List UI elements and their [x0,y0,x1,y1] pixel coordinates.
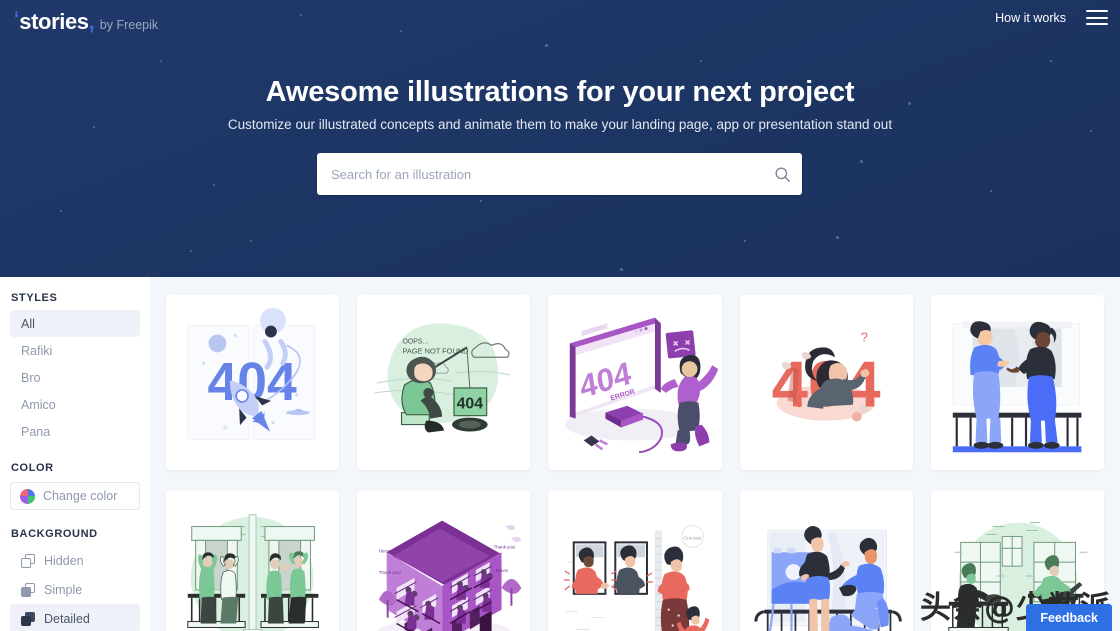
caption-line1: OOPS... [403,338,429,345]
svg-text:?: ? [860,329,867,344]
search-icon[interactable] [762,165,802,184]
illustration-card-balcony-painting-blue[interactable] [739,490,913,631]
illustration-card-building-isometric-purple[interactable]: Heroes! Thank you! Thank you! Bravo! [357,490,531,631]
feedback-button[interactable]: Feedback [1026,604,1112,631]
logo-text: stories [19,9,89,34]
illustration-card-404-space-rocket[interactable]: 404 [166,295,340,470]
simple-label: Simple [44,582,83,597]
svg-text:Thank you!: Thank you! [379,570,401,575]
filters-sidebar: STYLES All Rafiki Bro Amico Pana COLOR C… [0,277,150,631]
sidebar-item-simple[interactable]: Simple [10,575,140,604]
sidebar-item-rafiki[interactable]: Rafiki [10,337,140,364]
illustration-404-space-rocket: 404 [187,307,315,440]
page-subtitle: Customize our illustrated concepts and a… [227,117,893,132]
sidebar-item-pana[interactable]: Pana [10,418,140,445]
top-navigation: ‘stories, by Freepik How it works [0,0,1120,46]
sidebar-item-hidden[interactable]: Hidden [10,546,140,575]
sidebar-item-detailed[interactable]: Detailed [10,604,140,631]
sidebar-item-all[interactable]: All [10,310,140,337]
page-root: ‘stories, by Freepik How it works Awesom… [0,0,1120,631]
detailed-label: Detailed [44,611,90,626]
illustration-card-404-red-confused[interactable]: 404 ? [739,295,913,470]
search-input[interactable] [317,166,762,182]
logo-byline: by Freepik [99,18,159,32]
sign-404: 404 [457,396,484,413]
illustration-card-balconies-applause-green[interactable] [166,490,340,631]
search-bar[interactable] [317,153,802,195]
styles-section-title: STYLES [11,292,58,304]
stacked-squares-half-icon [21,582,35,597]
svg-text:Thank you!: Thank you! [494,544,516,549]
stacked-squares-filled-icon [21,611,35,626]
color-section-title: COLOR [11,462,54,474]
change-color-label: Change color [43,489,118,503]
svg-text:Bravo!: Bravo! [496,568,509,573]
logo-comma-icon: , [88,9,95,34]
color-wheel-icon [20,488,35,504]
svg-text:Heroes!: Heroes! [379,548,395,553]
change-color-button[interactable]: Change color [10,482,140,510]
illustration-balconies-applause-green [187,514,319,631]
illustration-windows-clapping-red: Gracias! [564,525,710,631]
caption-line2: PAGE NOT FOUND [403,346,469,355]
illustration-404-red-confused: 404 ? [771,329,880,422]
illustration-card-balcony-couple[interactable] [930,295,1104,470]
illustration-404-monitor-error: 404 ERROR [565,317,719,454]
page-title: Awesome illustrations for your next proj… [265,76,855,108]
stacked-squares-outline-icon [21,553,35,568]
illustration-balcony-couple [952,321,1082,453]
background-list: Hidden Simple Detailed [0,546,150,631]
logo-quote-icon: ‘ [14,9,20,30]
hidden-label: Hidden [44,553,84,568]
hero-banner: ‘stories, by Freepik How it works Awesom… [0,0,1120,277]
illustration-card-windows-clapping-red[interactable]: Gracias! [548,490,722,631]
sidebar-item-bro[interactable]: Bro [10,364,140,391]
illustration-card-404-ice-fishing[interactable]: OOPS... PAGE NOT FOUND 404 [357,295,531,470]
illustration-building-isometric-purple: Heroes! Thank you! Thank you! Bravo! [376,520,522,631]
illustration-balcony-painting-blue [753,525,902,631]
hamburger-menu-icon[interactable] [1086,10,1108,25]
illustration-404-ice-fishing: OOPS... PAGE NOT FOUND 404 [374,323,511,433]
styles-list: All Rafiki Bro Amico Pana [0,310,150,445]
nav-how-it-works[interactable]: How it works [995,11,1066,25]
svg-text:Gracias!: Gracias! [684,535,702,541]
illustration-card-404-monitor-error[interactable]: 404 ERROR [548,295,722,470]
sidebar-item-amico[interactable]: Amico [10,391,140,418]
brand-logo[interactable]: ‘stories, by Freepik [14,9,158,35]
nav-right-group: How it works [995,10,1108,25]
background-section-title: BACKGROUND [11,528,98,540]
illustration-grid: 404 OOPS... PAGE NOT FOUND 404 404 ERROR… [150,277,1120,631]
